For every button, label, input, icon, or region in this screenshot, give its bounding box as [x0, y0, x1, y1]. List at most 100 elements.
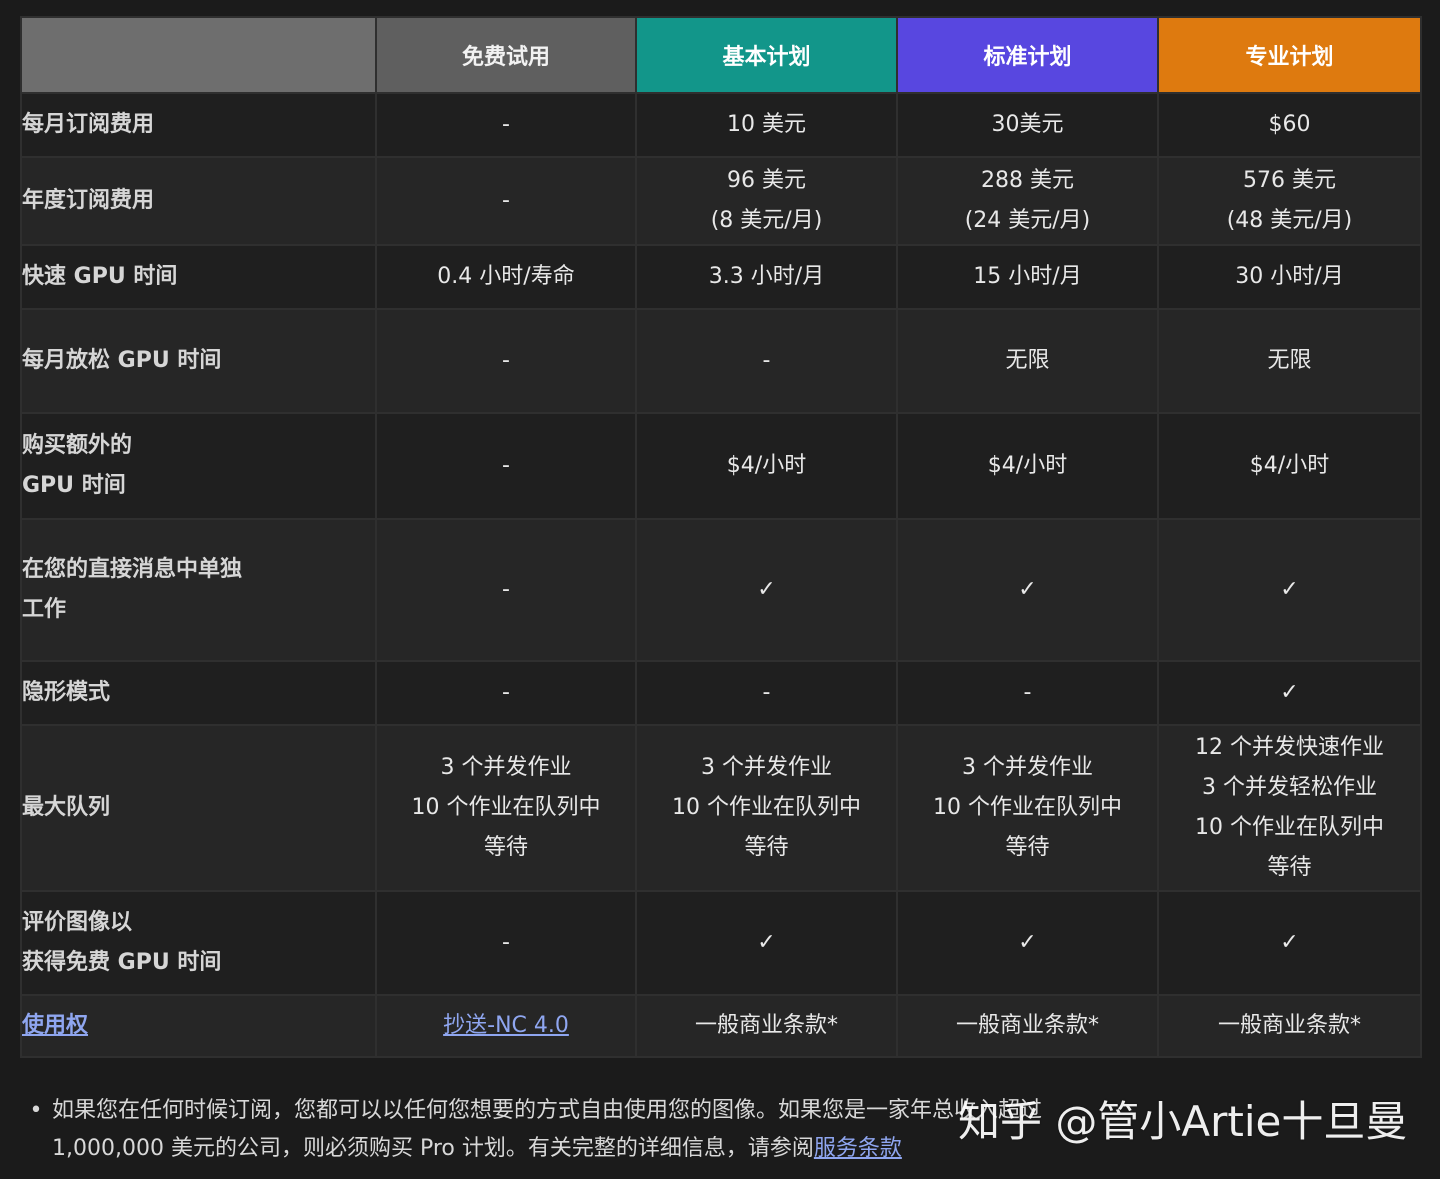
cell-line: 3 个并发作业	[962, 755, 1093, 780]
table-row: 年度订阅费用 - 96 美元 (8 美元/月) 288 美元 (24 美元/月) 576 美…	[20, 156, 1422, 246]
table-cell-pro: ✓	[1157, 660, 1422, 726]
table-cell-basic: -	[635, 308, 898, 414]
cell-line: $4/小时	[987, 453, 1068, 478]
table-cell-basic: 10 美元	[635, 92, 898, 158]
license-terms-text: 一般商业条款*	[955, 1013, 1099, 1038]
cell-line: 等待	[744, 835, 789, 860]
row-label: 在您的直接消息中单独 工作	[20, 518, 377, 662]
table-cell-basic: 一般商业条款*	[635, 994, 898, 1058]
cell-line: $4/小时	[726, 453, 807, 478]
cell-line: 等待	[1005, 835, 1050, 860]
table-cell-standard: ✓	[896, 518, 1159, 662]
row-label-line: 每月放松 GPU 时间	[22, 348, 222, 373]
table-cell-standard: 30美元	[896, 92, 1159, 158]
row-label: 购买额外的 GPU 时间	[20, 412, 377, 520]
footnote-bullet: •	[29, 1098, 43, 1123]
cell-line: ✓	[757, 577, 776, 602]
cell-line: 288 美元	[981, 168, 1074, 193]
row-label-line: GPU 时间	[22, 473, 126, 498]
row-label-line: 最大队列	[22, 795, 111, 820]
cell-line: $60	[1268, 112, 1311, 137]
table-cell-standard: -	[896, 660, 1159, 726]
cell-line: ✓	[1018, 930, 1037, 955]
cell-line: 10 个作业在队列中	[933, 795, 1122, 820]
cell-line: 30 小时/月	[1235, 264, 1344, 289]
row-label: 评价图像以 获得免费 GPU 时间	[20, 890, 377, 996]
table-cell-pro: 12 个并发快速作业 3 个并发轻松作业 10 个作业在队列中 等待	[1157, 724, 1422, 892]
cell-line: 576 美元	[1243, 168, 1336, 193]
cell-line: 等待	[483, 835, 528, 860]
table-cell-basic: 96 美元 (8 美元/月)	[635, 156, 898, 246]
table-cell-pro: ✓	[1157, 890, 1422, 996]
cell-line: -	[762, 348, 771, 373]
cell-line: 0.4 小时/寿命	[437, 264, 575, 289]
cell-line: -	[502, 188, 510, 213]
table-cell-pro: $4/小时	[1157, 412, 1422, 520]
table-row: 购买额外的 GPU 时间 - $4/小时 $4/小时 $4/小时	[20, 412, 1422, 520]
row-label-line: 在您的直接消息中单独	[22, 557, 243, 582]
cell-line: 3 个并发作业	[440, 755, 572, 780]
table-cell-standard: 无限	[896, 308, 1159, 414]
license-terms-text: 一般商业条款*	[1217, 1013, 1361, 1038]
cell-line: (48 美元/月)	[1226, 208, 1353, 233]
cell-line: 10 个作业在队列中	[411, 795, 601, 820]
header-corner	[20, 16, 377, 94]
plan-header-standard: 标准计划	[896, 16, 1159, 94]
row-label-line: 快速 GPU 时间	[22, 264, 178, 289]
usage-rights-link[interactable]: 使用权	[22, 1013, 88, 1038]
row-label: 每月订阅费用	[20, 92, 377, 158]
table-row: 最大队列 3 个并发作业 10 个作业在队列中 等待 3 个并发作业 10 个作业在队列中…	[20, 724, 1422, 892]
table-cell-free: -	[375, 156, 637, 246]
cell-line: (8 美元/月)	[710, 208, 823, 233]
table-cell-basic: -	[635, 660, 898, 726]
table-cell-basic: $4/小时	[635, 412, 898, 520]
license-terms-text: 一般商业条款*	[694, 1013, 838, 1038]
table-row-usage-rights: 使用权 抄送-NC 4.0 一般商业条款* 一般商业条款* 一般商业条款*	[20, 994, 1422, 1058]
footnote-text-block: 如果您在任何时候订阅，您都可以以任何您想要的方式自由使用您的图像。如果您是一家年…	[52, 1092, 1102, 1168]
cell-line: ✓	[1280, 577, 1299, 602]
table-cell-standard: $4/小时	[896, 412, 1159, 520]
table-cell-pro: ✓	[1157, 518, 1422, 662]
table-cell-standard: 15 小时/月	[896, 244, 1159, 310]
row-label-line: 工作	[22, 597, 67, 622]
plan-header-basic: 基本计划	[635, 16, 898, 94]
table-cell-free: -	[375, 308, 637, 414]
watermark: 知乎 @管小Artie十旦曼	[958, 1097, 1408, 1146]
cell-line: ✓	[1280, 680, 1299, 705]
cell-line: (24 美元/月)	[964, 208, 1091, 233]
table-cell-standard: 一般商业条款*	[896, 994, 1159, 1058]
cell-line: 10 个作业在队列中	[1195, 815, 1384, 840]
cell-line: 30美元	[991, 112, 1064, 137]
table-cell-standard: 3 个并发作业 10 个作业在队列中 等待	[896, 724, 1159, 892]
row-label: 年度订阅费用	[20, 156, 377, 246]
cell-line: -	[502, 680, 510, 705]
cell-line: ✓	[1280, 930, 1299, 955]
table-row: 每月放松 GPU 时间 - - 无限 无限	[20, 308, 1422, 414]
terms-of-service-link[interactable]: 服务条款	[814, 1136, 902, 1161]
cell-line: -	[762, 680, 771, 705]
cell-line: -	[1023, 680, 1032, 705]
table-cell-free: 0.4 小时/寿命	[375, 244, 637, 310]
table-cell-basic: ✓	[635, 518, 898, 662]
table-cell-standard: 288 美元 (24 美元/月)	[896, 156, 1159, 246]
table-row: 隐形模式 - - - ✓	[20, 660, 1422, 726]
table-cell-pro: 30 小时/月	[1157, 244, 1422, 310]
cell-line: 3 个并发作业	[701, 755, 832, 780]
pricing-page: 免费试用 基本计划 标准计划 专业计划 每月订阅费用 - 10 美元 30美元 $60 年…	[0, 0, 1440, 1179]
cell-line: 无限	[1267, 348, 1312, 373]
cell-line: -	[502, 453, 510, 478]
row-label-line: 评价图像以	[22, 910, 133, 935]
table-cell-basic: 3.3 小时/月	[635, 244, 898, 310]
cell-line: 10 个作业在队列中	[672, 795, 861, 820]
cell-line: 3 个并发轻松作业	[1202, 775, 1377, 800]
license-cc-nc-link[interactable]: 抄送-NC 4.0	[443, 1013, 569, 1038]
table-cell-pro: 无限	[1157, 308, 1422, 414]
table-cell-pro: $60	[1157, 92, 1422, 158]
cell-line: 15 小时/月	[973, 264, 1082, 289]
table-cell-free: -	[375, 92, 637, 158]
header-row: 免费试用 基本计划 标准计划 专业计划	[20, 16, 1422, 94]
cell-line: $4/小时	[1249, 453, 1330, 478]
cell-line: ✓	[1018, 577, 1037, 602]
table-cell-pro: 一般商业条款*	[1157, 994, 1422, 1058]
table-cell-basic: 3 个并发作业 10 个作业在队列中 等待	[635, 724, 898, 892]
